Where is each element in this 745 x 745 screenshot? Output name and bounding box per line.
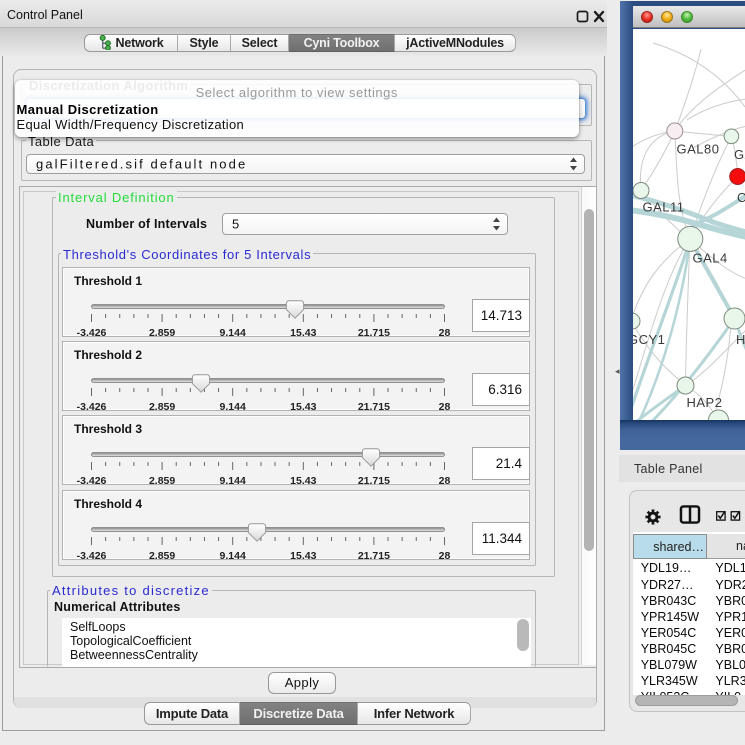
svg-text:GAL80: GAL80 [677, 142, 720, 157]
svg-text:GCY1: GCY1 [633, 332, 665, 347]
svg-text:GAL4: GAL4 [693, 251, 728, 266]
svg-text:C: C [737, 190, 745, 205]
svg-text:GAL11: GAL11 [643, 200, 685, 215]
svg-text:GA: GA [734, 147, 745, 162]
svg-text:H: H [736, 332, 745, 347]
svg-text:HAP2: HAP2 [687, 395, 723, 410]
